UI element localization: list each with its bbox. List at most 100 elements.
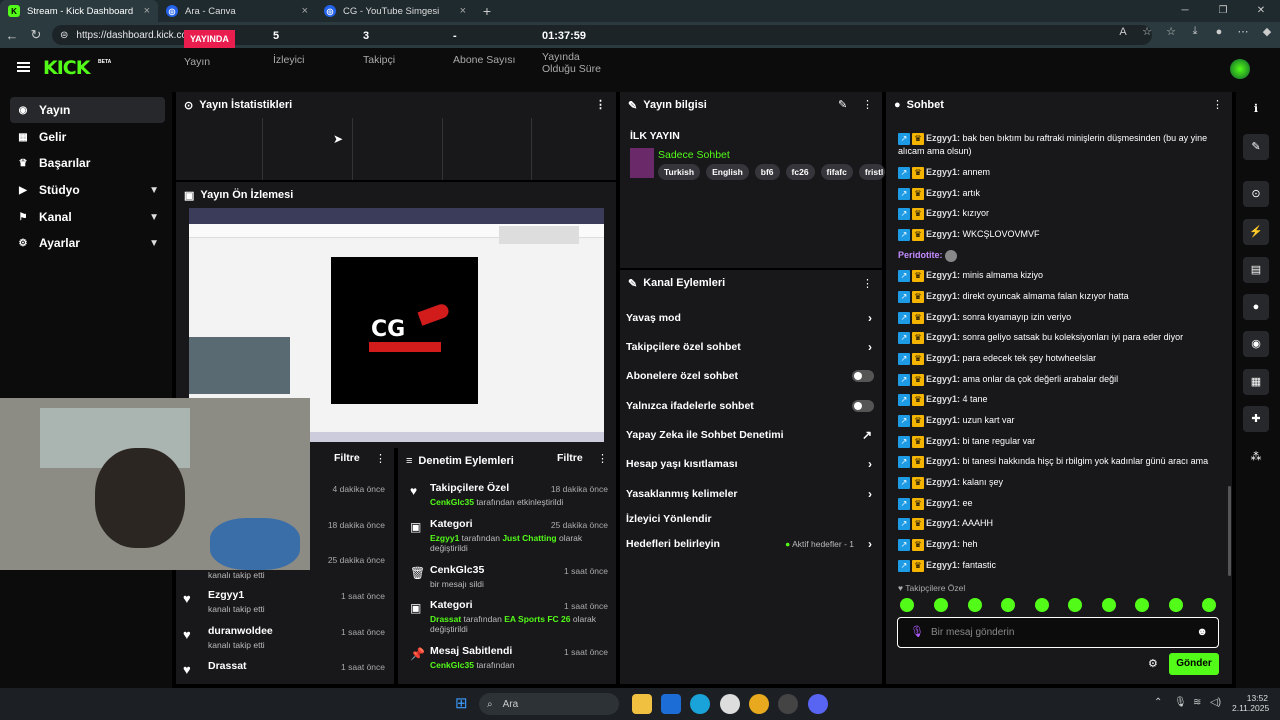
wrench-icon[interactable]: ✚ xyxy=(1243,406,1269,432)
taskbar-search[interactable]: ⌕ Ara xyxy=(479,693,619,715)
sidebar-item-basarilar[interactable]: ♛ Başarılar xyxy=(10,150,165,176)
sidebar-item-kanal[interactable]: ⚑ Kanal ▼ xyxy=(10,204,165,230)
kebab-menu-icon[interactable]: ⋮ xyxy=(1212,98,1223,111)
info-icon[interactable]: ℹ xyxy=(1243,96,1269,122)
emotes-only-toggle[interactable] xyxy=(852,400,874,412)
chat-settings-icon[interactable]: ⚙ xyxy=(1148,657,1158,670)
close-tab-icon[interactable]: × xyxy=(302,5,308,17)
menu-hamburger-icon[interactable] xyxy=(17,62,30,72)
emote-icon[interactable] xyxy=(1135,598,1149,612)
emote-icon[interactable] xyxy=(900,598,914,612)
emote-icon[interactable] xyxy=(1202,598,1216,612)
send-button[interactable]: Gönder xyxy=(1169,653,1219,675)
chat-message: ↗ ♛ Ezgyy1: uzun kart var xyxy=(898,414,1218,427)
action-goals[interactable]: Hedefleri belirleyin ● Aktif hedefler - 1… xyxy=(626,531,876,557)
microphone-icon[interactable]: 🎙 xyxy=(910,625,924,638)
moderation-filter-button[interactable]: Filtre xyxy=(557,452,583,464)
edit-icon[interactable]: ✎ xyxy=(1243,134,1269,160)
new-tab-button[interactable]: + xyxy=(474,0,500,22)
chat-input[interactable]: 🎙 Bir mesaj gönderin ☻ xyxy=(897,617,1219,648)
emote-icon[interactable] xyxy=(934,598,948,612)
windows-start-icon[interactable]: ⊞ xyxy=(455,696,471,712)
discord-icon[interactable] xyxy=(808,694,828,714)
action-ai-moderation[interactable]: Yapay Zeka ile Sohbet Denetimi ↗ xyxy=(626,422,876,448)
emote-icon[interactable] xyxy=(1035,598,1049,612)
clock[interactable]: 13:52 2.11.2025 xyxy=(1232,693,1269,713)
favorites-icon[interactable]: ☆ xyxy=(1164,25,1178,38)
emote-icon[interactable] xyxy=(1001,598,1015,612)
canva-favicon-icon: ◎ xyxy=(166,5,178,17)
broadcast-icon[interactable]: ◉ xyxy=(1243,331,1269,357)
tag-chip[interactable]: Turkish xyxy=(658,164,701,180)
kebab-menu-icon[interactable]: ⋮ xyxy=(595,98,606,111)
sidebar-item-studyo[interactable]: ▶ Stüdyo ▼ xyxy=(10,177,165,203)
refresh-icon[interactable]: ↻ xyxy=(24,27,48,43)
emoji-icon[interactable]: ☻ xyxy=(1196,626,1208,638)
category-link[interactable]: Sadece Sohbet xyxy=(658,149,730,161)
close-tab-icon[interactable]: × xyxy=(144,5,150,17)
camera-icon[interactable]: ⊙ xyxy=(1243,181,1269,207)
kebab-menu-icon[interactable]: ⋮ xyxy=(375,452,386,465)
tag-chip[interactable]: English xyxy=(706,164,749,180)
wifi-icon[interactable]: ≋ xyxy=(1193,697,1201,708)
close-window-icon[interactable]: ✕ xyxy=(1242,0,1280,22)
tray-chevron-icon[interactable]: ⌃ xyxy=(1154,697,1162,708)
document-icon[interactable]: ▤ xyxy=(1243,257,1269,283)
apps-icon[interactable]: ⁂ xyxy=(1243,444,1269,470)
action-emotes-only[interactable]: Yalnızca ifadelerle sohbet xyxy=(626,393,876,419)
tag-chip[interactable]: fifafc xyxy=(820,164,853,180)
sidebar-item-gelir[interactable]: ▦ Gelir xyxy=(10,124,165,150)
sidebar-item-ayarlar[interactable]: ⚙ Ayarlar ▼ xyxy=(10,230,165,256)
kick-logo[interactable]: KICK xyxy=(43,57,90,79)
activity-filter-button[interactable]: Filtre xyxy=(334,452,360,464)
read-aloud-icon[interactable]: A xyxy=(1116,26,1130,38)
action-followers-only[interactable]: Takipçilere özel sohbet › xyxy=(626,334,876,360)
action-banned-words[interactable]: Yasaklanmış kelimeler › xyxy=(626,481,876,507)
action-subscribers-only[interactable]: Abonelere özel sohbet xyxy=(626,363,876,389)
action-slow-mode[interactable]: Yavaş mod › xyxy=(626,305,876,331)
site-info-icon[interactable]: ⊜ xyxy=(60,30,68,41)
tag-chip[interactable]: fristl xyxy=(858,164,885,180)
outlook-icon[interactable] xyxy=(661,694,681,714)
tab-youtube[interactable]: ◎ CG - YouTube Simgesi × xyxy=(316,0,474,22)
subs-only-toggle[interactable] xyxy=(852,370,874,382)
user-avatar[interactable] xyxy=(1230,59,1250,79)
emote-icon[interactable] xyxy=(1169,598,1183,612)
microphone-tray-icon[interactable]: 🎙 xyxy=(1174,697,1187,708)
tag-chip[interactable]: fc26 xyxy=(785,164,815,180)
emote-icon[interactable] xyxy=(1068,598,1082,612)
kebab-menu-icon[interactable]: ⋮ xyxy=(862,277,873,290)
layout-icon[interactable]: ▦ xyxy=(1243,369,1269,395)
profile-avatar-icon[interactable]: ● xyxy=(1212,26,1226,38)
minimize-icon[interactable]: ─ xyxy=(1166,0,1204,22)
action-raid[interactable]: İzleyici Yönlendir xyxy=(626,506,876,532)
sidebar-item-yayin[interactable]: ◉ Yayın xyxy=(10,97,165,123)
tag-chip[interactable]: bf6 xyxy=(754,164,780,180)
chat-scrollbar[interactable] xyxy=(1228,486,1231,576)
lightning-icon[interactable]: ⚡ xyxy=(1243,219,1269,245)
favorite-star-icon[interactable]: ☆ xyxy=(1140,25,1154,38)
maximize-icon[interactable]: ❐ xyxy=(1204,0,1242,22)
volume-icon[interactable]: ◁) xyxy=(1210,697,1221,708)
kebab-menu-icon[interactable]: ⋮ xyxy=(597,452,608,465)
chatgpt-icon[interactable] xyxy=(720,694,740,714)
back-icon[interactable]: ← xyxy=(0,28,24,43)
kebab-menu-icon[interactable]: ⋮ xyxy=(862,98,873,111)
chat-bubble-icon[interactable]: ● xyxy=(1243,294,1269,320)
channel-icon: ⚑ xyxy=(18,211,28,223)
tab-kick-dashboard[interactable]: K Stream - Kick Dashboard × xyxy=(0,0,158,22)
list-item: ▣ Kategori 1 saat önce Drassat tarafından E… xyxy=(410,599,608,634)
downloads-icon[interactable]: ⤓ xyxy=(1188,25,1202,38)
edge-icon[interactable] xyxy=(690,694,710,714)
copilot-icon[interactable]: ◆ xyxy=(1260,25,1274,38)
app-icon[interactable] xyxy=(778,694,798,714)
emote-icon[interactable] xyxy=(1102,598,1116,612)
tab-canva[interactable]: ◎ Ara - Canva × xyxy=(158,0,316,22)
emote-icon[interactable] xyxy=(968,598,982,612)
close-tab-icon[interactable]: × xyxy=(460,5,466,17)
menu-dots-icon[interactable]: ⋯ xyxy=(1236,25,1250,38)
edit-pencil-icon[interactable]: ✎ xyxy=(838,98,847,111)
chrome-icon[interactable] xyxy=(749,694,769,714)
file-explorer-icon[interactable] xyxy=(632,694,652,714)
action-account-age[interactable]: Hesap yaşı kısıtlaması › xyxy=(626,451,876,477)
